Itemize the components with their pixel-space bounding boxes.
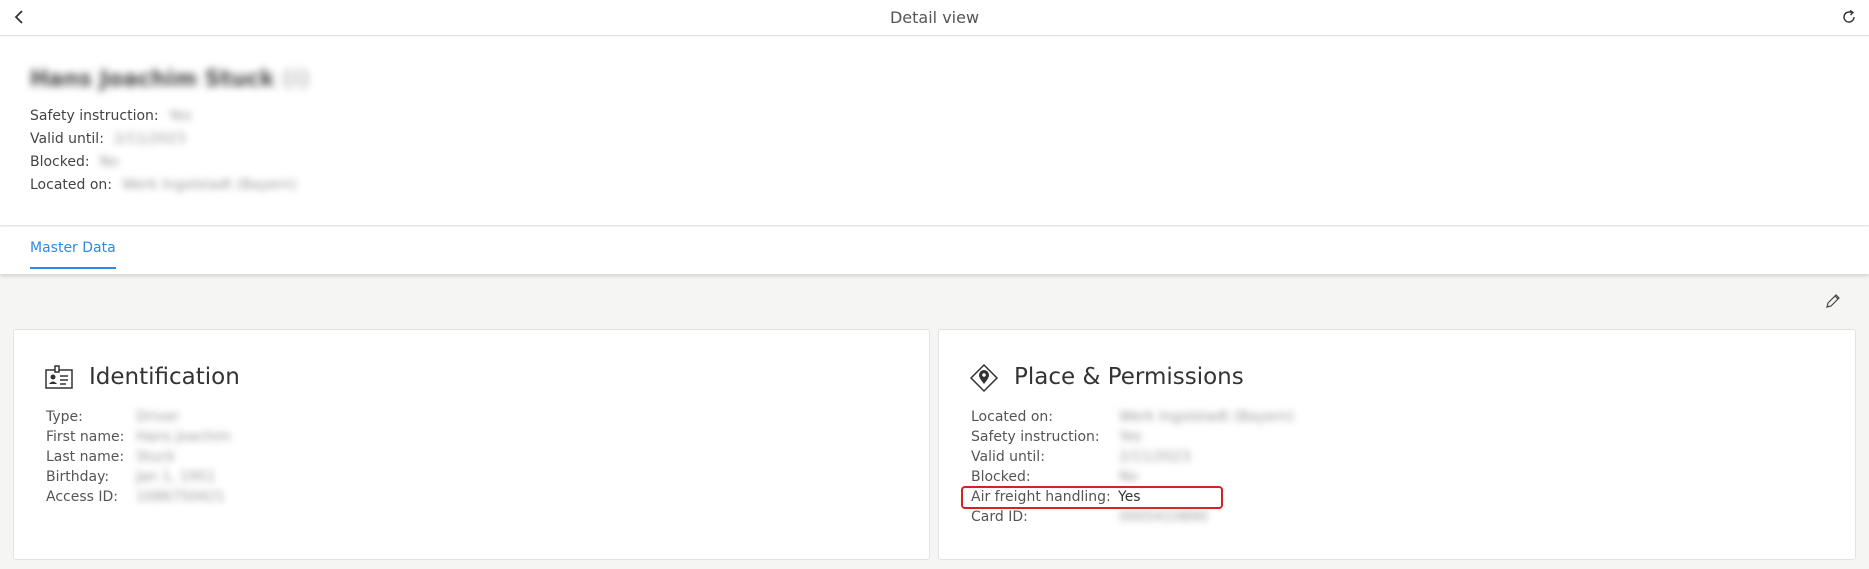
header-located-on: Located on: Werk Ingolstadt (Bayern) [30, 177, 297, 193]
info-badge: (i) [282, 67, 310, 92]
field-birthday: Birthday: Jan 1, 1951 [46, 469, 215, 485]
field-value: Yes [1119, 429, 1142, 445]
refresh-icon [1843, 9, 1855, 23]
field-label: Blocked: [971, 469, 1031, 485]
id-card-icon [45, 365, 73, 389]
header-valid-until: Valid until: 2/11/2023 [30, 131, 186, 147]
field-value: Werk Ingolstadt (Bayern) [122, 177, 297, 193]
refresh-button[interactable] [1838, 6, 1860, 28]
tab-bar: Master Data [0, 227, 1869, 274]
field-card-id: Card ID: 0005410890 [971, 509, 1208, 525]
place-permissions-card: Place & Permissions Located on: Werk Ing… [938, 329, 1856, 560]
person-name-text: Hans Joachim Stuck [30, 67, 275, 92]
top-bar: Detail view [0, 0, 1869, 36]
field-value: Werk Ingolstadt (Bayern) [1119, 409, 1294, 425]
field-value: 0005410890 [1119, 509, 1209, 525]
field-label: Located on: [971, 409, 1053, 425]
card-title: Place & Permissions [1014, 364, 1244, 390]
field-value: Yes [1118, 489, 1141, 505]
location-pin-icon [969, 363, 999, 393]
field-label: Safety instruction: [971, 429, 1100, 445]
tab-master-data[interactable]: Master Data [30, 240, 116, 269]
person-header: Hans Joachim Stuck (i) Safety instructio… [0, 37, 1869, 226]
field-label: Card ID: [971, 509, 1028, 525]
field-label: Valid until: [30, 131, 104, 147]
field-safety-instruction: Safety instruction: Yes [971, 429, 1142, 445]
edit-button[interactable] [1822, 290, 1844, 312]
field-air-freight-handling: Air freight handling: Yes [971, 489, 1141, 505]
header-safety-instruction: Safety instruction: Yes [30, 108, 191, 124]
field-label: Located on: [30, 177, 112, 193]
field-value: 2/11/2023 [1119, 449, 1191, 465]
field-type: Type: Driver [46, 409, 179, 425]
field-label: Valid until: [971, 449, 1045, 465]
field-value: 1086750421 [136, 489, 226, 505]
field-valid-until: Valid until: 2/11/2023 [971, 449, 1191, 465]
identification-card: Identification Type: Driver First name: … [13, 329, 930, 560]
field-label: First name: [46, 429, 125, 445]
page-title: Detail view [889, 8, 980, 27]
field-first-name: First name: Hans Joachim [46, 429, 231, 445]
field-label: Safety instruction: [30, 108, 159, 124]
field-access-id: Access ID: 1086750421 [46, 489, 225, 505]
card-title: Identification [89, 364, 240, 390]
field-label: Blocked: [30, 154, 90, 170]
field-label: Birthday: [46, 469, 110, 485]
field-label: Last name: [46, 449, 125, 465]
field-label: Access ID: [46, 489, 119, 505]
field-value: Driver [136, 409, 180, 425]
person-name: Hans Joachim Stuck (i) [30, 67, 310, 92]
field-value: Hans Joachim [136, 429, 232, 445]
field-last-name: Last name: Stuck [46, 449, 175, 465]
field-located-on: Located on: Werk Ingolstadt (Bayern) [971, 409, 1294, 425]
field-value: No [1119, 469, 1139, 485]
field-label: Air freight handling: [971, 489, 1111, 505]
pencil-icon [1826, 294, 1840, 308]
field-value: Stuck [136, 449, 176, 465]
field-value: No [99, 154, 119, 170]
field-value: 2/11/2023 [113, 131, 186, 147]
field-label: Type: [46, 409, 83, 425]
field-blocked: Blocked: No [971, 469, 1138, 485]
field-value: Yes [168, 108, 192, 124]
header-blocked: Blocked: No [30, 154, 119, 170]
field-value: Jan 1, 1951 [136, 469, 216, 485]
